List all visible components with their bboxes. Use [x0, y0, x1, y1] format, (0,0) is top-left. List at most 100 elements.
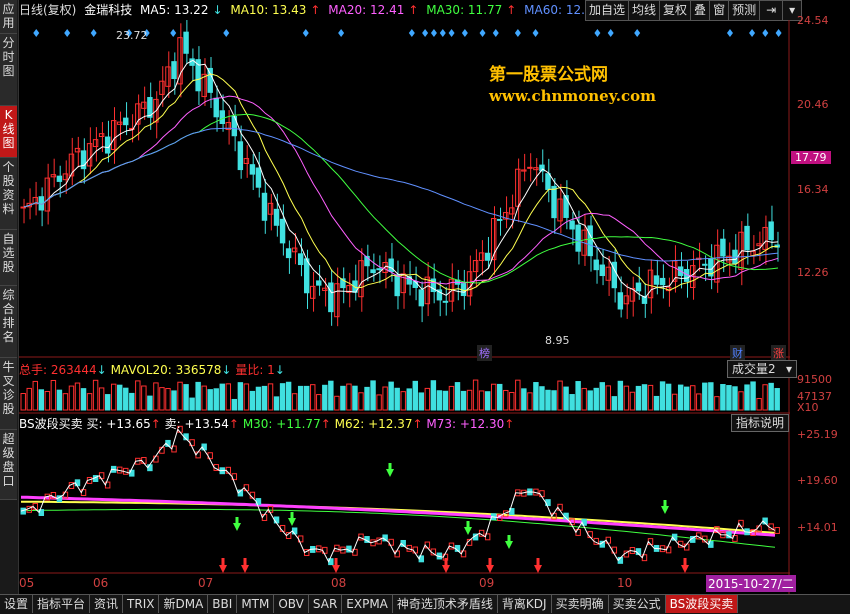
volume-bar: [213, 388, 219, 411]
top-toolbar: 加自选 均线 复权 叠 窗 预测 ⇥ ▾: [585, 0, 803, 21]
volume-bar: [460, 390, 467, 411]
side-tab-bar: 应用 分时图 K线图 个股资料 自选股 综合排名 牛叉诊股 超级盘口: [0, 0, 19, 613]
low-annotation: 8.95: [545, 334, 570, 347]
signal-diamond: [461, 29, 468, 37]
volume-bar: [683, 386, 690, 411]
volume-bar: [74, 382, 81, 411]
candle-body: [267, 202, 274, 215]
signal-diamond: [430, 29, 437, 37]
chevron-down-icon: ▾: [785, 362, 792, 376]
side-tab-kline[interactable]: K线图: [0, 106, 17, 158]
side-tab-diagnosis[interactable]: 牛叉诊股: [0, 358, 17, 430]
indicator-tab[interactable]: 资讯: [90, 595, 124, 613]
indicator-tab[interactable]: SAR: [309, 595, 343, 613]
indicator-tab[interactable]: 神奇选顶术矛盾线: [393, 595, 498, 613]
volume-bar: [177, 381, 183, 411]
volume-bar: [86, 393, 93, 411]
volume-bar: [117, 384, 123, 411]
candle-body: [165, 66, 171, 87]
candle-body: [497, 218, 503, 221]
volume-bar: [677, 384, 684, 411]
indicator-tab[interactable]: BBI: [208, 595, 238, 613]
volume-bar: [442, 390, 449, 411]
signal-diamond: [64, 29, 71, 37]
ma30-value: MA30: 11.77: [426, 3, 503, 17]
ma-button[interactable]: 均线: [628, 0, 661, 21]
signal-diamond: [594, 29, 601, 37]
volume-bar: [388, 381, 394, 411]
overlay-button[interactable]: 叠: [690, 0, 711, 21]
side-tab-watchlist[interactable]: 自选股: [0, 230, 17, 286]
volume-bar: [364, 386, 370, 411]
period-label[interactable]: 日线(复权): [19, 3, 76, 17]
volume-ratio: 量比: 1: [235, 363, 275, 377]
bs-candle: [153, 455, 159, 463]
bs-buy-value: 买: +13.65: [86, 417, 151, 431]
sell-arrow-icon: [505, 535, 513, 549]
month-label: 05: [19, 576, 35, 590]
pin-icon[interactable]: ⇥: [759, 0, 784, 21]
volume-bar: [545, 389, 551, 411]
indicator-tab-bar: 设置 指标平台 资讯 TRIX 新DMA BBI MTM OBV SAR EXPMA 神奇选顶术矛盾…: [0, 594, 850, 614]
side-tab-super-level[interactable]: 超级盘口: [0, 430, 17, 500]
signal-diamond: [607, 29, 614, 37]
signal-diamond: [492, 29, 499, 37]
volume-bar: [291, 393, 298, 411]
down-arrow-icon: ↓: [221, 363, 232, 377]
candle-body: [334, 283, 340, 318]
indicator-tab[interactable]: OBV: [274, 595, 309, 613]
volume-bar: [593, 387, 599, 411]
volume-bar: [406, 388, 412, 411]
side-tab-ranking[interactable]: 综合排名: [0, 286, 17, 358]
volume-bar: [123, 387, 129, 411]
indicator-tab[interactable]: 设置: [0, 595, 34, 613]
indicator-tab[interactable]: BS波段买卖: [665, 595, 739, 613]
volume-bar: [424, 387, 431, 411]
volume-bar: [225, 383, 232, 411]
indicator-tab[interactable]: 买卖公式: [609, 595, 666, 613]
indicator-tab[interactable]: EXPMA: [342, 595, 393, 613]
window-button[interactable]: 窗: [709, 0, 730, 21]
candle-body: [635, 282, 642, 292]
cursor-date-label: 2015-10-27/二: [706, 575, 796, 592]
event-tag-finance[interactable]: 财: [730, 345, 745, 361]
event-tag-list[interactable]: 榜: [477, 345, 492, 361]
volume-bar: [641, 384, 648, 411]
volume-bar: [56, 389, 63, 411]
forecast-button[interactable]: 预测: [728, 0, 761, 21]
volume-bar: [183, 384, 189, 411]
up-arrow-icon: ↑: [320, 417, 331, 431]
add-watchlist-button[interactable]: 加自选: [585, 0, 630, 21]
side-tab-stock-info[interactable]: 个股资料: [0, 158, 17, 230]
volume-bar: [26, 387, 32, 411]
candle-body: [243, 158, 250, 164]
side-tab-intraday[interactable]: 分时图: [0, 34, 17, 106]
candle-body: [702, 263, 708, 266]
volume-bar: [587, 390, 593, 411]
adjust-button[interactable]: 复权: [659, 0, 692, 21]
indicator-tab[interactable]: 买卖明确: [552, 595, 609, 613]
indicator-tab[interactable]: 指标平台: [33, 595, 91, 613]
side-tab-app[interactable]: 应用: [0, 0, 17, 34]
volume-axis-label: 91500: [797, 373, 832, 386]
indicator-tab[interactable]: 背离KDJ: [498, 595, 552, 613]
candle-body: [316, 280, 322, 286]
volume-bar: [617, 380, 624, 411]
indicator-tab[interactable]: TRIX: [123, 595, 160, 613]
candle-body: [744, 225, 750, 251]
volume-bar: [503, 389, 509, 411]
chart-canvas[interactable]: [19, 20, 790, 594]
event-tag-rise[interactable]: 涨: [771, 345, 786, 361]
volume-bar: [478, 390, 485, 411]
indicator-help-button[interactable]: 指标说明: [731, 414, 790, 432]
candle-body: [213, 97, 219, 118]
indicator-tab[interactable]: 新DMA: [159, 595, 209, 613]
candle-body: [68, 153, 75, 177]
volume-indicator-select[interactable]: 成交量2 ▾: [727, 360, 797, 378]
candle-body: [478, 252, 485, 261]
up-arrow-icon: ↑: [310, 3, 321, 17]
indicator-tab[interactable]: MTM: [237, 595, 275, 613]
candle-body: [376, 268, 382, 271]
volume-bar: [129, 392, 135, 411]
volume-bar: [273, 396, 280, 411]
